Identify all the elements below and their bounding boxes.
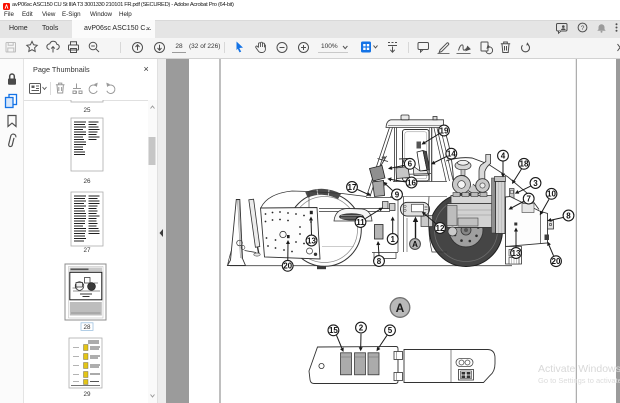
svg-text:7: 7 <box>526 194 531 203</box>
svg-text:29: 29 <box>83 391 91 398</box>
svg-text:A: A <box>412 240 418 249</box>
svg-text:8: 8 <box>566 211 571 220</box>
svg-text:9: 9 <box>395 190 400 199</box>
svg-text:A: A <box>396 301 405 315</box>
svg-text:13: 13 <box>307 236 316 245</box>
svg-text:10: 10 <box>547 190 556 199</box>
svg-text:14: 14 <box>447 150 456 159</box>
svg-text:16: 16 <box>407 178 416 187</box>
svg-text:15: 15 <box>329 326 338 335</box>
svg-text:8: 8 <box>377 257 382 266</box>
svg-text:20: 20 <box>283 262 292 271</box>
svg-text:26: 26 <box>83 178 91 185</box>
svg-text:1: 1 <box>390 235 395 244</box>
svg-text:19: 19 <box>440 126 449 135</box>
svg-text:20: 20 <box>552 257 561 266</box>
svg-text:25: 25 <box>83 107 91 114</box>
svg-text:3: 3 <box>533 179 538 188</box>
svg-text:6: 6 <box>408 160 413 169</box>
svg-text:12: 12 <box>436 224 445 233</box>
svg-text:13: 13 <box>512 249 521 258</box>
svg-text:4: 4 <box>501 152 506 161</box>
svg-text:2: 2 <box>359 323 364 332</box>
svg-text:28: 28 <box>83 324 91 331</box>
svg-text:27: 27 <box>83 247 91 254</box>
svg-text:?: ? <box>581 25 585 32</box>
svg-text:11: 11 <box>356 218 365 227</box>
svg-text:18: 18 <box>520 160 529 169</box>
svg-text:17: 17 <box>348 183 357 192</box>
svg-text:5: 5 <box>388 326 393 335</box>
